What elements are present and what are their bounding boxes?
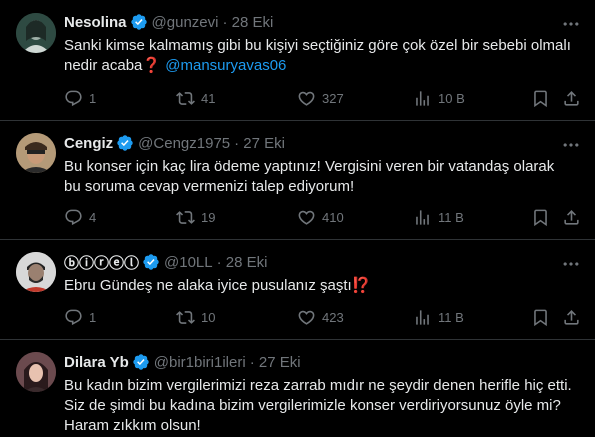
question-emoji: ❓ xyxy=(142,57,162,74)
bookmark-icon[interactable] xyxy=(531,308,550,327)
views-count: 11 B xyxy=(438,210,464,225)
verified-icon xyxy=(130,13,148,31)
verified-icon xyxy=(132,353,150,371)
verified-icon xyxy=(142,253,160,271)
tweet[interactable]: ⓑⓘⓡⓔⓛ @10LL · 28 Eki Ebru Gündeş ne alak… xyxy=(0,240,595,340)
handle[interactable]: @Cengz1975 xyxy=(138,135,230,152)
like-count: 423 xyxy=(322,310,344,325)
display-name[interactable]: Nesolina xyxy=(64,14,127,31)
more-icon[interactable] xyxy=(561,135,581,155)
tweet-text: Bu kadın bizim vergilerimizi reza zarrab… xyxy=(64,376,579,436)
share-icon[interactable] xyxy=(562,89,581,108)
views-button[interactable]: 11 B xyxy=(413,308,464,327)
more-icon[interactable] xyxy=(561,254,581,274)
reply-button[interactable]: 1 xyxy=(64,89,96,108)
tweet-header: ⓑⓘⓡⓔⓛ @10LL · 28 Eki xyxy=(64,252,267,272)
retweet-count: 41 xyxy=(201,91,216,106)
retweet-button[interactable]: 10 xyxy=(176,308,215,327)
like-count: 327 xyxy=(322,91,344,106)
like-icon xyxy=(297,89,316,108)
reply-icon xyxy=(64,89,83,108)
retweet-icon xyxy=(176,308,195,327)
tweet-body: Ebru Gündeş ne alaka iyice pusulanız şaş… xyxy=(64,277,352,294)
handle[interactable]: @bir1biri1ileri xyxy=(154,354,246,371)
like-count: 410 xyxy=(322,210,344,225)
tweet-text: Sanki kimse kalmamış gibi bu kişiyi seçt… xyxy=(64,36,579,76)
views-icon xyxy=(413,308,432,327)
tweet-text: Bu konser için kaç lira ödeme yaptınız! … xyxy=(64,157,579,197)
share-icon[interactable] xyxy=(562,208,581,227)
interrobang-emoji: ⁉️ xyxy=(351,277,371,294)
avatar[interactable] xyxy=(16,133,56,173)
retweet-icon xyxy=(176,89,195,108)
handle[interactable]: @10LL xyxy=(164,254,213,271)
mention-link[interactable]: @mansuryavas06 xyxy=(165,57,286,74)
like-button[interactable]: 327 xyxy=(297,89,344,108)
tweet-line: Bu kadın bizim vergilerimizi reza zarrab… xyxy=(64,377,572,394)
timestamp[interactable]: · 28 Eki xyxy=(222,14,273,31)
tweet-line: Haram zıkkım olsun! xyxy=(64,417,201,434)
like-icon xyxy=(297,208,316,227)
retweet-button[interactable]: 19 xyxy=(176,208,215,227)
views-count: 10 B xyxy=(438,91,465,106)
bookmark-icon[interactable] xyxy=(531,89,550,108)
reply-button[interactable]: 1 xyxy=(64,308,96,327)
views-count: 11 B xyxy=(438,310,464,325)
more-icon[interactable] xyxy=(561,14,581,34)
tweet-header: Dilara Yb @bir1biri1ileri · 27 Eki xyxy=(64,352,301,372)
action-bar: 4 19 410 11 B xyxy=(56,208,586,228)
timestamp[interactable]: · 28 Eki xyxy=(217,254,268,271)
retweet-count: 19 xyxy=(201,210,216,225)
reply-icon xyxy=(64,308,83,327)
avatar[interactable] xyxy=(16,352,56,392)
tweet-text: Ebru Gündeş ne alaka iyice pusulanız şaş… xyxy=(64,276,579,296)
like-icon xyxy=(297,308,316,327)
avatar[interactable] xyxy=(16,252,56,292)
retweet-icon xyxy=(176,208,195,227)
views-icon xyxy=(413,208,432,227)
action-bar: 1 41 327 10 B xyxy=(56,89,586,109)
action-bar: 1 10 423 11 B xyxy=(56,308,586,328)
like-button[interactable]: 410 xyxy=(297,208,344,227)
tweet-body: Sanki kimse kalmamış gibi bu kişiyi seçt… xyxy=(64,37,571,74)
views-icon xyxy=(413,89,432,108)
tweet[interactable]: Cengiz @Cengz1975 · 27 Eki Bu konser içi… xyxy=(0,121,595,240)
display-name[interactable]: Cengiz xyxy=(64,135,113,152)
handle[interactable]: @gunzevi xyxy=(152,14,219,31)
tweet-line: Bu konser için kaç lira ödeme yaptınız! … xyxy=(64,158,555,175)
retweet-button[interactable]: 41 xyxy=(176,89,215,108)
avatar[interactable] xyxy=(16,13,56,53)
retweet-count: 10 xyxy=(201,310,216,325)
display-name[interactable]: Dilara Yb xyxy=(64,354,129,371)
share-icon[interactable] xyxy=(562,308,581,327)
timestamp[interactable]: · 27 Eki xyxy=(250,354,301,371)
verified-icon xyxy=(116,134,134,152)
tweet[interactable]: Nesolina @gunzevi · 28 Eki Sanki kimse k… xyxy=(0,0,595,121)
reply-count: 4 xyxy=(89,210,97,225)
views-button[interactable]: 10 B xyxy=(413,89,465,108)
tweet-header: Cengiz @Cengz1975 · 27 Eki xyxy=(64,133,285,153)
tweet[interactable]: Dilara Yb @bir1biri1ileri · 27 Eki Bu ka… xyxy=(0,340,595,437)
display-name[interactable]: ⓑⓘⓡⓔⓛ xyxy=(64,252,139,273)
reply-button[interactable]: 4 xyxy=(64,208,96,227)
tweet-header: Nesolina @gunzevi · 28 Eki xyxy=(64,12,273,32)
reply-count: 1 xyxy=(89,91,97,106)
like-button[interactable]: 423 xyxy=(297,308,344,327)
reply-count: 1 xyxy=(89,310,97,325)
tweet-line: Siz de şimdi bu kadına bizim vergilerimi… xyxy=(64,397,561,414)
views-button[interactable]: 11 B xyxy=(413,208,464,227)
timestamp[interactable]: · 27 Eki xyxy=(234,135,285,152)
bookmark-icon[interactable] xyxy=(531,208,550,227)
reply-icon xyxy=(64,208,83,227)
tweet-line: bu soruma cevap vermenizi talep ediyorum… xyxy=(64,178,355,195)
